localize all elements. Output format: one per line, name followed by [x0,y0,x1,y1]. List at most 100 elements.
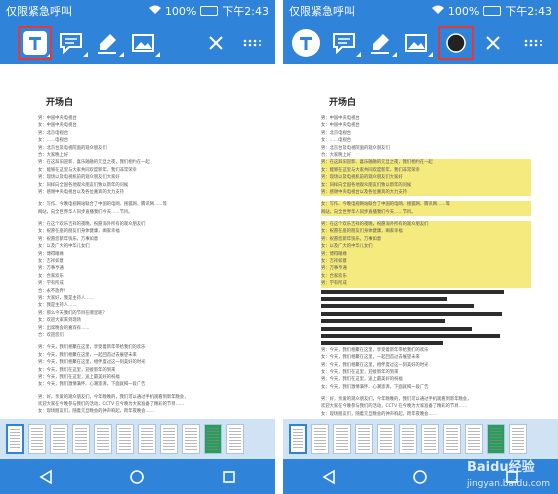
page-thumbnail[interactable] [94,424,112,454]
page-thumbnail[interactable] [6,424,24,454]
page-thumbnail[interactable] [509,424,527,454]
document-line: 女：以及广大的中华儿女们 [321,243,531,251]
document-line: 男：出席晚会的嘉宾有…… [38,325,90,331]
document-line: 合：欢迎您们 [38,332,64,338]
comment-tool-button[interactable] [331,28,361,58]
comment-tool-button[interactable] [58,28,88,58]
highlighter-tool-button[interactable] [94,28,124,58]
back-button[interactable] [36,467,56,487]
document-line: 女：今天，我们激情满怀、心潮澎湃，下面就揭一段广告 [321,384,429,390]
page-thumbnail-strip[interactable] [283,419,558,459]
recents-icon [223,470,235,483]
more-button[interactable] [521,28,545,58]
home-icon [413,469,428,484]
back-icon [39,469,52,484]
document-line: 女：欢迎大家来到现场 [38,318,81,324]
document-line: 女：……电视台 [321,138,352,144]
document-line: 男：北京台及电视院面的观众朋友们 [321,145,390,151]
document-line: 女：祝愿在座的朋友们身体健康，阖家幸福 [321,228,531,236]
document-line: 网站，向全世界华人同步直播我们今天……节目。 [38,209,133,215]
document-line: 合：大家晚上好 [38,152,69,158]
document-line: 男：今天，我们相聚在这里，享受着新年带给我们的欢乐 [321,347,429,353]
document-line: 男：感谢中央电视台以及各位嘉宾的大力支持 [321,188,531,197]
document-line: 男：祝愿您新年快乐，万事如意 [38,236,99,242]
document-line: 女：合家欢乐 [38,273,64,279]
document-line: 男：大家好，我是主持人…… [38,295,94,301]
document-line: 女：今天，我们相聚在这里，一起回首过去展望未来 [38,352,137,358]
page-thumbnail[interactable] [226,424,244,454]
page-thumbnail[interactable] [377,424,395,454]
carrier-text: 仅限紧急呼叫 [289,5,355,18]
home-button[interactable] [410,467,430,487]
redacted-line [321,325,531,332]
close-icon [209,36,223,50]
redacted-line [321,302,531,309]
baidu-watermark: Baidu经验 jingyan.baidu.com [467,456,550,490]
page-thumbnail[interactable] [355,424,373,454]
page-thumbnail[interactable] [204,424,222,454]
document-page[interactable]: 开场白 男：中国中央电视台 女：中国中央电视台 男：北京电视台 女：……电视台 男：北京… [283,64,558,419]
phone-screen-left: 仅限紧急呼叫 100% 下午2:43 开场白 男：中国中央电视台 女：中国中央电… [0,0,275,494]
navigation-bar [0,459,275,494]
page-thumbnail[interactable] [399,424,417,454]
document-line: 男：学有所成 [321,280,531,288]
page-thumbnail[interactable] [138,424,156,454]
highlighter-tool-button[interactable] [367,28,397,58]
page-thumbnail[interactable] [443,424,461,454]
annotation-toolbar [0,22,275,64]
page-thumbnail[interactable] [289,424,307,454]
page-thumbnail[interactable] [182,424,200,454]
more-button[interactable] [240,28,264,58]
page-thumbnail[interactable] [116,424,134,454]
page-thumbnail[interactable] [72,424,90,454]
wifi-icon [431,5,444,18]
page-thumbnail[interactable] [421,424,439,454]
document-line: 男：北京电视台 [321,130,352,136]
page-thumbnail[interactable] [487,424,505,454]
page-thumbnail[interactable] [160,424,178,454]
image-tool-button[interactable] [130,28,160,58]
battery-percent: 100% [447,4,480,18]
document-line: 男：今天，我们在这里，送上最美好的祝福 [321,377,403,383]
document-page[interactable]: 开场白 男：中国中央电视台 女：中国中央电视台 男：北京电视台 女：……电视台 男：北京… [0,64,275,419]
image-icon [405,34,427,52]
document-line: 女：今天，我们激情满怀、心潮澎湃，下面就揭一段广告 [38,382,146,388]
document-line: 男：现场以及电视机前的观众朋友们大家好 [321,174,531,182]
document-line: 女：今天，我们在这里，迎接新年的到来 [321,369,399,375]
page-thumbnail[interactable] [465,424,483,454]
document-line: 女：中国中央电视台 [321,123,360,129]
annotation-toolbar [283,22,558,64]
document-line: 女：同样向全国各地观众朋友们致以新年的问候 [321,181,531,189]
document-line: 女：写作、今晚电视网站联合了中国的电网、搜狐网、腾讯网……等 [38,202,167,208]
page-thumbnail-strip[interactable] [0,419,275,459]
document-line: 合：大家晚上好 [321,152,352,158]
highlighter-icon [98,34,116,54]
document-line: 男：在这个欢乐吉祥的夜晚，祝愿海外所有的观众朋友们 [321,221,531,229]
text-tool-button[interactable] [291,28,321,58]
page-thumbnail[interactable] [333,424,351,454]
page-thumbnail[interactable] [28,424,46,454]
document-line: 男：万事亨通 [38,266,64,272]
document-line: 女：祝愿在座的朋友们身体健康，阖家幸福 [38,229,120,235]
home-icon [130,469,145,484]
document-line: 女：吉祥如意 [321,258,531,266]
comment-icon [60,33,82,54]
redacted-line [321,295,531,302]
document-line: 男：在这辞旧迎新、喜乐融融的元旦之夜，我们相约在一起 [321,159,531,167]
document-line: 男：在这辞旧迎新、喜乐融融的元旦之夜，我们相约在一起 [38,160,150,166]
redacted-line [321,310,531,317]
recents-button[interactable] [219,467,239,487]
page-thumbnail[interactable] [311,424,329,454]
page-thumbnail[interactable] [50,424,68,454]
document-line: 男：今天，我们相聚在这里，相伴度过这一刻美好的时光 [321,362,429,368]
close-button[interactable] [481,28,505,58]
document-line: 女：现场朋友们，随着元旦晚会的钟声响起，跨年夜晚会…… [321,411,438,417]
home-button[interactable] [127,467,147,487]
close-button[interactable] [204,28,228,58]
redacted-line [321,339,531,346]
highlighter-icon [371,34,389,54]
image-tool-button[interactable] [403,28,433,58]
back-button[interactable] [319,467,339,487]
redacted-line [321,317,531,324]
battery-icon [200,6,219,16]
